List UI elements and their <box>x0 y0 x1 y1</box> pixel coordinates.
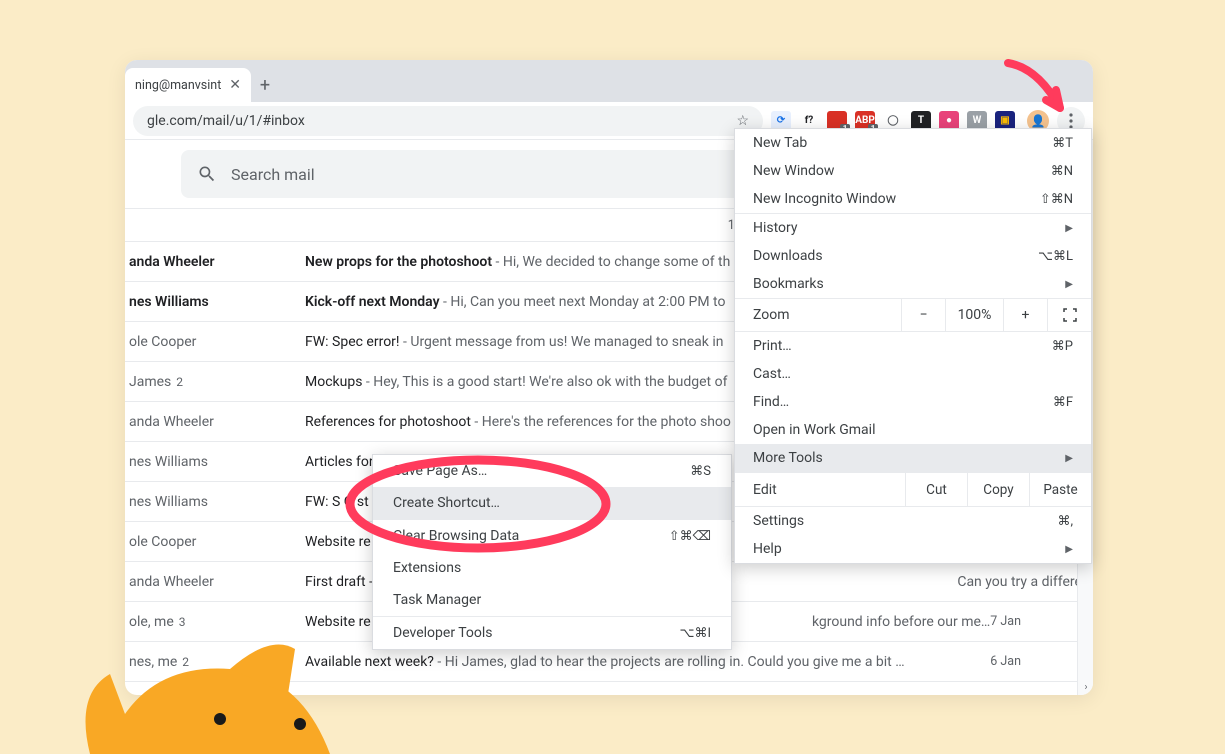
subject: FW: S O st <box>305 494 369 510</box>
subject: References for photoshoot <box>305 414 471 430</box>
subject: First draft - <box>305 574 373 590</box>
sender: nes Williams <box>129 494 305 510</box>
menu-settings[interactable]: Settings⌘, <box>735 507 1091 535</box>
edit-copy[interactable]: Copy <box>967 473 1029 506</box>
menu-edit-row: Edit Cut Copy Paste <box>735 472 1091 506</box>
chrome-main-menu: New Tab⌘T New Window⌘N New Incognito Win… <box>734 128 1092 564</box>
sender: ole Cooper <box>129 534 305 550</box>
subject: New props for the photoshoot <box>305 254 492 270</box>
snippet: - Hey, This is a good start! We're also … <box>362 374 727 390</box>
menu-bookmarks[interactable]: Bookmarks▶ <box>735 270 1091 298</box>
sender: nes, me 2 <box>129 654 305 670</box>
snippet: - Urgent message from us! We managed to … <box>400 334 724 350</box>
more-tools-submenu: Save Page As…⌘S Create Shortcut… Clear B… <box>372 454 732 650</box>
menu-new-window[interactable]: New Window⌘N <box>735 157 1091 185</box>
menu-zoom-row: Zoom − 100% + <box>735 298 1091 332</box>
submenu-clear-browsing[interactable]: Clear Browsing Data⇧⌘⌫ <box>373 520 731 552</box>
search-icon <box>197 164 217 184</box>
star-icon[interactable]: ☆ <box>736 113 749 129</box>
submenu-dev-tools[interactable]: Developer Tools⌥⌘I <box>373 617 731 649</box>
menu-downloads[interactable]: Downloads⌥⌘L <box>735 242 1091 270</box>
menu-cast[interactable]: Cast… <box>735 360 1091 388</box>
sender: anda Wheeler <box>129 574 305 590</box>
zoom-out-button[interactable]: − <box>901 299 945 331</box>
edit-cut[interactable]: Cut <box>905 473 967 506</box>
subject: Mockups <box>305 374 362 390</box>
submenu-task-manager[interactable]: Task Manager <box>373 584 731 616</box>
menu-help[interactable]: Help▶ <box>735 535 1091 563</box>
subject: Articles for <box>305 454 374 470</box>
snippet: - Hi James, glad to hear the projects ar… <box>434 654 905 670</box>
snippet: - Hi, We decided to change some of th <box>492 254 730 270</box>
url-input[interactable]: gle.com/mail/u/1/#inbox ☆ <box>133 106 763 136</box>
tab-title: ning@manvsint <box>135 78 221 93</box>
tab-bar: ning@manvsint ✕ + <box>125 60 1093 102</box>
submenu-extensions[interactable]: Extensions <box>373 552 731 584</box>
submenu-save-page[interactable]: Save Page As…⌘S <box>373 455 731 487</box>
subject: Website re <box>305 534 371 550</box>
menu-history[interactable]: History▶ <box>735 214 1091 242</box>
sender: ole, me 3 <box>129 614 305 630</box>
close-icon[interactable]: ✕ <box>229 77 241 93</box>
new-tab-button[interactable]: + <box>251 75 279 102</box>
url-text: gle.com/mail/u/1/#inbox <box>147 113 305 129</box>
fullscreen-icon[interactable] <box>1047 299 1091 331</box>
menu-find[interactable]: Find…⌘F <box>735 388 1091 416</box>
menu-new-incognito[interactable]: New Incognito Window⇧⌘N <box>735 185 1091 213</box>
sender: anda Wheeler <box>129 254 305 270</box>
subject: Available next week? <box>305 654 434 670</box>
snippet: - Hi, Can you meet next Monday at 2:00 P… <box>440 294 726 310</box>
menu-new-tab[interactable]: New Tab⌘T <box>735 129 1091 157</box>
chevron-right-icon: ▶ <box>1065 544 1073 555</box>
search-placeholder: Search mail <box>231 165 315 184</box>
menu-more-tools[interactable]: More Tools▶ <box>735 444 1091 472</box>
browser-tab[interactable]: ning@manvsint ✕ <box>125 68 251 102</box>
chevron-right-icon[interactable]: › <box>1078 679 1093 695</box>
menu-open-in-work[interactable]: Open in Work Gmail <box>735 416 1091 444</box>
sender: ole Cooper <box>129 334 305 350</box>
submenu-create-shortcut[interactable]: Create Shortcut… <box>373 487 731 519</box>
sender: nes Williams <box>129 454 305 470</box>
subject: FW: Spec error! <box>305 334 400 350</box>
edit-paste[interactable]: Paste <box>1029 473 1091 506</box>
zoom-in-button[interactable]: + <box>1003 299 1047 331</box>
sender: James 2 <box>129 374 305 390</box>
chevron-right-icon: ▶ <box>1065 279 1073 290</box>
sender: nes Williams <box>129 294 305 310</box>
zoom-level: 100% <box>945 299 1003 331</box>
sender: anda Wheeler <box>129 414 305 430</box>
menu-print[interactable]: Print…⌘P <box>735 332 1091 360</box>
subject: Website re <box>305 614 371 630</box>
snippet: - Here's the references for the photo sh… <box>471 414 731 430</box>
chevron-right-icon: ▶ <box>1065 223 1073 234</box>
subject: Kick-off next Monday <box>305 294 440 310</box>
chevron-right-icon: ▶ <box>1065 453 1073 464</box>
